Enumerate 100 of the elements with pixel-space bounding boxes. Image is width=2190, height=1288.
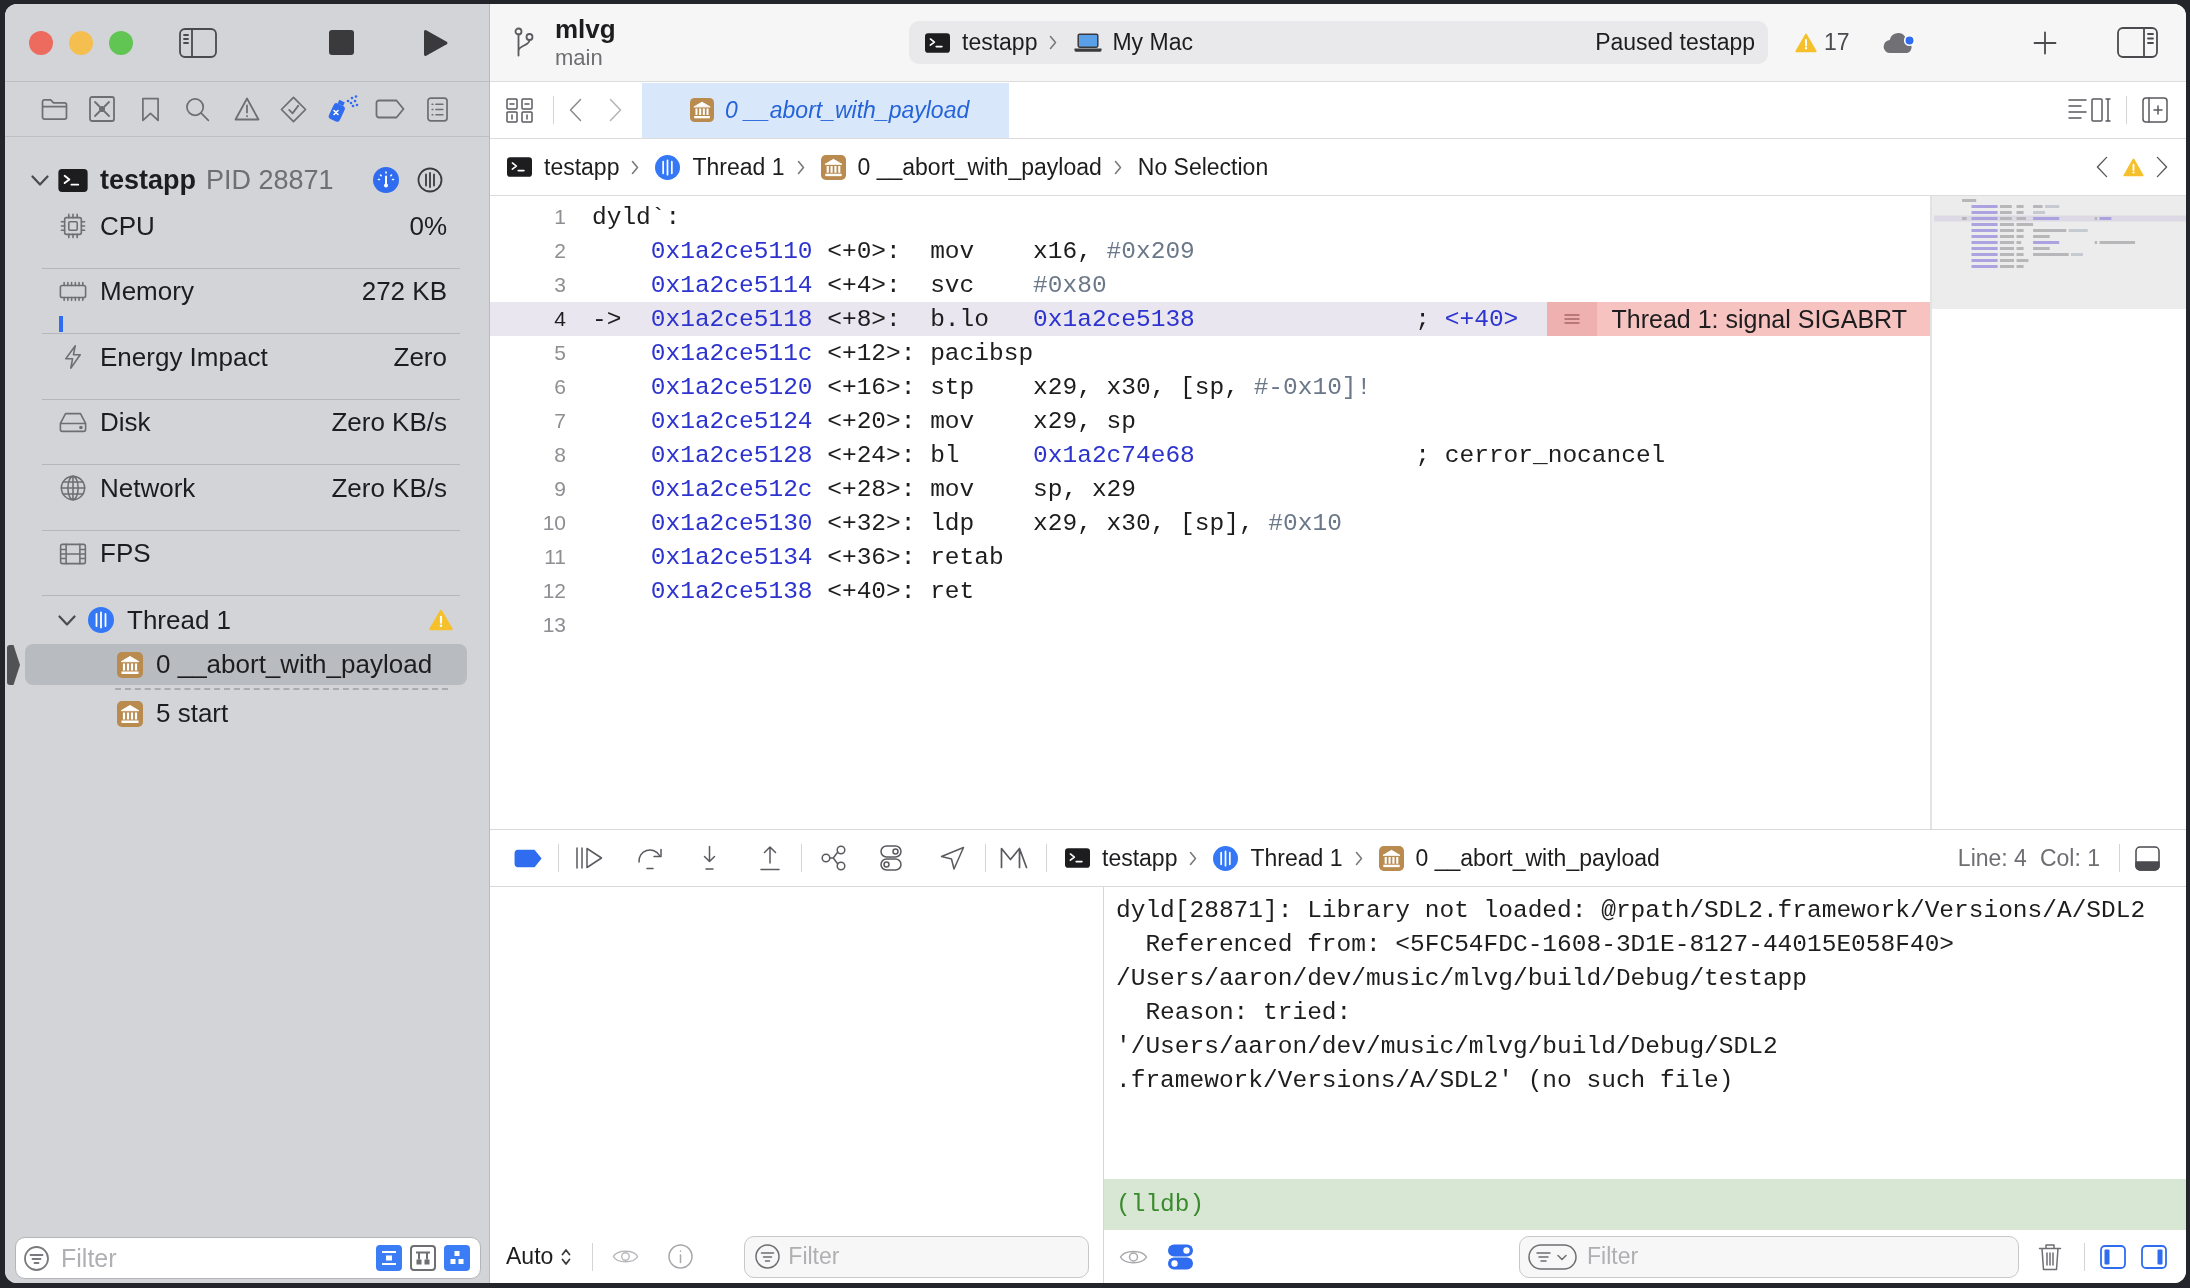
breadcrumb-item[interactable]: Thread 1 (655, 153, 785, 181)
filter-field[interactable]: Filter (15, 1237, 481, 1279)
gauge-label: CPU (100, 210, 155, 242)
warning-icon[interactable] (234, 97, 260, 121)
scope-popup-button[interactable]: Auto (506, 1243, 572, 1270)
search-icon[interactable] (185, 96, 210, 122)
scheme-button[interactable]: testapp (925, 29, 1038, 56)
chevron-right-icon (1189, 850, 1198, 866)
breakpoint-toggle-icon[interactable] (514, 848, 542, 868)
gauge-value: Zero (393, 341, 447, 373)
info-icon[interactable] (668, 1244, 694, 1269)
terminal-icon (507, 157, 532, 177)
spray-can-icon[interactable] (327, 94, 359, 124)
lines-rect-icon[interactable] (2068, 98, 2111, 122)
play-icon[interactable] (422, 28, 448, 57)
line-number: 9 (553, 477, 566, 501)
line-number: 2 (553, 239, 566, 263)
variables-filter-field[interactable]: Filter (744, 1235, 1090, 1278)
chevron-down-icon[interactable] (31, 174, 49, 186)
tag-icon[interactable] (375, 99, 405, 119)
code-line: 0x1a2ce5110 <+0>: mov x16, #0x209 (649, 237, 1195, 265)
filter-menu-icon[interactable] (1528, 1243, 1577, 1270)
folder-icon[interactable] (41, 97, 68, 121)
breadcrumb-item[interactable]: No Selection (1137, 153, 1269, 181)
code-line: 0x1a2ce5124 <+20>: mov x29, sp (649, 407, 1136, 435)
filter-input[interactable]: Filter (61, 1243, 376, 1273)
squares-icon[interactable] (444, 1245, 470, 1271)
thread-icon (1213, 845, 1239, 871)
bottom-panel-icon[interactable] (2135, 845, 2160, 871)
breadcrumb-item[interactable]: testapp (1065, 844, 1178, 872)
gauge-label: Network (100, 472, 196, 504)
gauge-label: Energy Impact (100, 341, 268, 373)
step-into-icon[interactable] (701, 845, 718, 871)
gauge-value: 272 KB (361, 276, 447, 307)
chevron-left-icon[interactable] (569, 98, 582, 122)
console-filter-field[interactable]: Filter (1519, 1235, 2019, 1278)
globe-icon (60, 475, 86, 501)
up-down-chevron-icon (561, 1247, 572, 1266)
step-out-icon[interactable] (759, 845, 781, 871)
right-panel-icon[interactable] (2116, 27, 2158, 58)
line-number: 11 (543, 545, 566, 569)
film-strip-icon (59, 542, 87, 565)
line-number: 6 (553, 375, 566, 399)
chevron-down-icon[interactable] (58, 614, 76, 626)
breadcrumb-item[interactable]: 0 __abort_with_payload (820, 153, 1102, 181)
stack-frame-item[interactable]: 0 __abort_with_payload (25, 644, 467, 685)
trash-icon[interactable] (2038, 1242, 2062, 1271)
variables-filter-input[interactable]: Filter (788, 1243, 1089, 1270)
disk-drive-icon (59, 412, 87, 433)
stacked-pills-icon[interactable] (1168, 1243, 1193, 1270)
memory-graph-bar (59, 315, 63, 332)
code-line: 0x1a2ce5128 <+24>: bl 0x1a2c74e68 ; cerror_nocancel (649, 441, 1666, 469)
gauge-label: Disk (100, 407, 151, 438)
issues-button[interactable]: 17 (1795, 29, 1850, 56)
square-cross-icon[interactable] (89, 96, 115, 122)
console-filter-input[interactable]: Filter (1587, 1243, 2018, 1270)
line-number: 10 (541, 511, 566, 535)
destination-button[interactable]: My Mac (1074, 29, 1193, 56)
line-number: 5 (553, 341, 566, 365)
cloud-icon[interactable] (1881, 30, 1916, 55)
project-name: mlvg (555, 13, 616, 45)
stacked-pills-icon[interactable] (880, 845, 902, 871)
filter-icon (24, 1245, 49, 1271)
pillars-icon (820, 154, 846, 180)
diamond-check-icon[interactable] (280, 95, 307, 123)
chevron-right-icon[interactable] (2156, 156, 2168, 178)
editor-tab[interactable]: 0 __abort_with_payload (642, 82, 1010, 138)
gauge-label: FPS (100, 538, 151, 569)
chevron-left-icon[interactable] (2096, 156, 2108, 178)
chevron-right-icon (1113, 159, 1122, 175)
breadcrumb-item[interactable]: 0 __abort_with_payload (1378, 844, 1660, 872)
hierarchy-icon[interactable] (410, 1245, 436, 1271)
left-panel-icon[interactable] (2100, 1244, 2126, 1269)
line-number: 13 (541, 613, 566, 637)
chevron-right-icon (631, 159, 640, 175)
process-id: PID 28871 (206, 164, 334, 196)
gauge-icon[interactable] (373, 167, 399, 193)
grid-icon[interactable] (506, 97, 533, 123)
sidebar-toggle-icon[interactable] (179, 27, 217, 58)
right-panel-icon[interactable] (2141, 1244, 2167, 1269)
pillars-icon (1378, 845, 1404, 871)
code-line: 0x1a2ce5114 <+4>: svc #0x80 (649, 271, 1107, 299)
breadcrumb-item[interactable]: Thread 1 (1213, 844, 1343, 872)
branch-name: main (555, 44, 604, 72)
plus-icon[interactable] (2032, 30, 2057, 55)
terminal-icon (58, 168, 88, 192)
bookmark-icon[interactable] (141, 96, 160, 122)
stack-frame-item[interactable]: 5 start (25, 693, 467, 734)
m-shape-icon[interactable] (1000, 847, 1028, 869)
list-icon[interactable] (427, 96, 448, 122)
location-arrow-icon[interactable] (940, 845, 965, 871)
nodes-icon[interactable] (821, 845, 846, 871)
circle-bars-icon[interactable] (417, 167, 443, 193)
square-plus-icon[interactable] (2142, 97, 2168, 123)
breadcrumb-item[interactable]: testapp (507, 153, 620, 181)
line-number: 8 (553, 443, 566, 467)
chevron-right-icon (796, 159, 805, 175)
continue-icon[interactable] (575, 846, 603, 870)
centered-bar-icon[interactable] (376, 1245, 402, 1271)
code-line: 0x1a2ce512c <+28>: mov sp, x29 (649, 475, 1136, 503)
